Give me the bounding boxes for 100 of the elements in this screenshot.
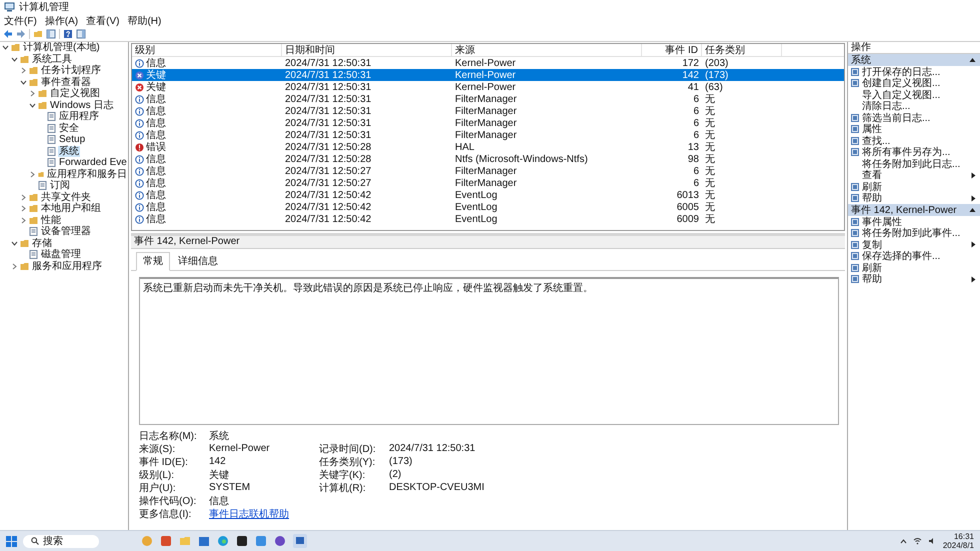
event-row[interactable]: 信息 2024/7/31 12:50:31 FilterManager 6 无: [132, 129, 844, 141]
app-icon[interactable]: [236, 535, 248, 547]
tree-item[interactable]: 设备管理器: [40, 226, 92, 238]
action-item[interactable]: 复制: [862, 238, 968, 252]
menu-item[interactable]: 操作(A): [44, 14, 78, 28]
section-title: 事件 142, Kernel-Power: [851, 204, 957, 216]
event-row[interactable]: 信息 2024/7/31 12:50:42 EventLog 6005 无: [132, 201, 844, 213]
clock-date[interactable]: 2024/8/1: [942, 541, 974, 550]
column-header[interactable]: 级别: [132, 44, 282, 56]
event-row[interactable]: 信息 2024/7/31 12:50:27 FilterManager 6 无: [132, 177, 844, 189]
tree-item[interactable]: Windows 日志: [49, 100, 114, 111]
tab[interactable]: 常规: [136, 252, 170, 271]
tree-item[interactable]: Forwarded Eve: [58, 157, 128, 168]
help-link[interactable]: 事件日志联机帮助: [209, 506, 319, 520]
category-cell-text: 无: [704, 153, 716, 165]
action-item[interactable]: 帮助: [862, 272, 968, 286]
action-item[interactable]: 将任务附加到此日志...: [862, 156, 976, 171]
tree-item[interactable]: 事件查看器: [40, 76, 92, 88]
event-row[interactable]: 信息 2024/7/31 12:50:42 EventLog 6009 无: [132, 213, 844, 225]
source-cell-text: FilterManager: [454, 93, 518, 105]
action-item[interactable]: 创建自定义视图...: [862, 76, 976, 90]
chevron-icon[interactable]: [29, 170, 36, 178]
menu-item[interactable]: 查看(V): [86, 14, 120, 28]
chevron-icon[interactable]: [20, 194, 27, 201]
chevron-icon[interactable]: [20, 216, 27, 224]
action-item[interactable]: 刷新: [862, 260, 976, 275]
tree-item[interactable]: 服务和应用程序: [31, 260, 103, 272]
action-item[interactable]: 将任务附加到此事件...: [862, 226, 976, 240]
panel-icon[interactable]: [76, 29, 86, 39]
chevron-icon[interactable]: [20, 67, 27, 74]
menu-item[interactable]: 文件(F): [4, 14, 37, 28]
action-item[interactable]: 帮助: [862, 191, 968, 206]
tree-item[interactable]: 系统: [58, 146, 80, 157]
chevron-icon[interactable]: [20, 78, 27, 86]
tree-item[interactable]: 自定义视图: [49, 88, 101, 100]
action-item[interactable]: 导入自定义视图...: [862, 88, 976, 102]
tree-item[interactable]: 系统工具: [31, 54, 73, 65]
action-item[interactable]: 将所有事件另存为...: [862, 145, 976, 160]
collapse-icon[interactable]: [969, 57, 976, 63]
search-field[interactable]: 搜索: [23, 534, 99, 548]
chevron-icon[interactable]: [29, 102, 36, 109]
collapse-icon[interactable]: [969, 207, 976, 213]
action-item[interactable]: 筛选当前日志...: [862, 110, 976, 125]
action-item[interactable]: 属性: [862, 122, 976, 136]
level-text: 信息: [146, 116, 166, 130]
action-item[interactable]: 清除日志...: [862, 99, 976, 114]
column-header[interactable]: 事件 ID: [642, 44, 702, 56]
tab[interactable]: 详细信息: [171, 252, 225, 270]
tree-item[interactable]: 计算机管理(本地): [22, 42, 101, 54]
section-header[interactable]: 系统: [848, 54, 980, 66]
event-row[interactable]: 信息 2024/7/31 12:50:31 FilterManager 6 无: [132, 105, 844, 117]
section-header[interactable]: 事件 142, Kernel-Power: [848, 204, 980, 216]
wifi-icon[interactable]: [912, 537, 922, 545]
help-icon[interactable]: [63, 29, 73, 39]
action-item[interactable]: 保存选择的事件...: [862, 249, 976, 264]
back-icon[interactable]: [3, 29, 13, 39]
panel-icon[interactable]: [46, 29, 56, 39]
tree-item[interactable]: 应用程序: [58, 111, 100, 122]
forward-icon[interactable]: [16, 29, 26, 39]
column-header[interactable]: 任务类别: [702, 44, 782, 56]
column-header[interactable]: 日期和时间: [282, 44, 452, 56]
chevron-icon[interactable]: [20, 205, 27, 212]
chevron-icon[interactable]: [11, 240, 18, 247]
tree-item[interactable]: 订阅: [49, 180, 71, 192]
column-header[interactable]: 来源: [452, 44, 642, 56]
tree-item[interactable]: 本地用户和组: [40, 203, 102, 214]
tree-item[interactable]: Setup: [58, 134, 86, 146]
date-cell-text: 2024/7/31 12:50:31: [284, 57, 372, 69]
action-item[interactable]: 查找...: [862, 134, 976, 148]
event-row[interactable]: 信息 2024/7/31 12:50:31 FilterManager 6 无: [132, 93, 844, 105]
chevron-icon[interactable]: [11, 56, 18, 63]
clock-time[interactable]: 16:31: [954, 532, 974, 541]
event-row[interactable]: 信息 2024/7/31 12:50:42 EventLog 6013 无: [132, 189, 844, 201]
tree-item[interactable]: 安全: [58, 122, 80, 134]
action-item[interactable]: 打开保存的日志...: [862, 64, 976, 79]
chevron-icon[interactable]: [11, 262, 18, 270]
info-icon: [135, 202, 144, 212]
event-row[interactable]: 信息 2024/7/31 12:50:27 FilterManager 6 无: [132, 165, 844, 177]
event-row[interactable]: 关键 2024/7/31 12:50:31 Kernel-Power 142 (173): [132, 69, 844, 81]
tree-item[interactable]: 共享文件夹: [40, 192, 92, 203]
browser-icon[interactable]: [217, 535, 229, 547]
chevron-icon[interactable]: [2, 44, 9, 52]
action-item[interactable]: 事件属性: [862, 214, 976, 229]
windows-logo-icon[interactable]: [6, 536, 17, 546]
event-row[interactable]: 关键 2024/7/31 12:50:31 Kernel-Power 41 (63): [132, 81, 844, 93]
event-row[interactable]: 信息 2024/7/31 12:50:31 FilterManager 6 无: [132, 117, 844, 129]
event-row[interactable]: 错误 2024/7/31 12:50:28 HAL 13 无: [132, 141, 844, 153]
tree-item[interactable]: 存储: [31, 238, 53, 249]
action-item[interactable]: 查看: [862, 168, 968, 182]
tree-item[interactable]: 性能: [40, 214, 62, 226]
date-cell-text: 2024/7/31 12:50:31: [284, 93, 372, 105]
tree-item[interactable]: 应用程序和服务日: [46, 168, 128, 180]
chevron-up-icon[interactable]: [900, 538, 907, 544]
chevron-icon[interactable]: [29, 90, 36, 98]
menu-item[interactable]: 帮助(H): [127, 14, 162, 28]
event-row[interactable]: 信息 2024/7/31 12:50:31 Kernel-Power 172 (203): [132, 57, 844, 69]
event-row[interactable]: 信息 2024/7/31 12:50:28 Ntfs (Microsoft-Windows-Ntfs) 98 无: [132, 153, 844, 165]
tree-item[interactable]: 任务计划程序: [40, 65, 102, 76]
tree-item[interactable]: 磁盘管理: [40, 249, 82, 260]
action-item[interactable]: 刷新: [862, 180, 976, 194]
